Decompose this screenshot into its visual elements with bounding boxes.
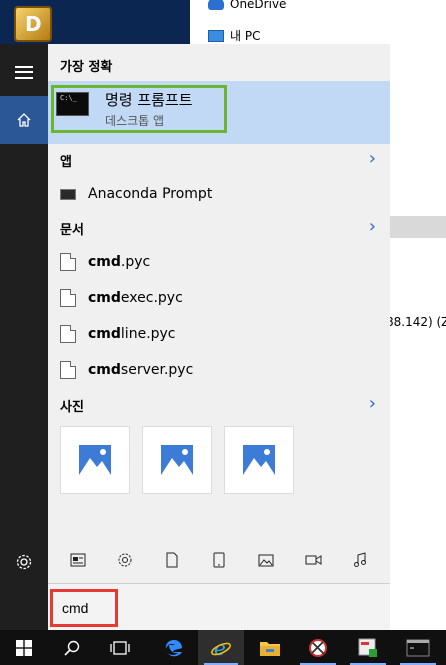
- home-icon: [17, 113, 31, 127]
- photo-thumbnail[interactable]: [224, 426, 294, 494]
- document-result[interactable]: cmd.pyc: [48, 247, 390, 277]
- documents-chevron-icon[interactable]: ›: [369, 216, 376, 237]
- hamburger-icon: [15, 65, 33, 79]
- presentation-app-taskbar-button[interactable]: [344, 630, 392, 665]
- videos-filter-button[interactable]: [301, 548, 325, 572]
- search-rail-spacer: [0, 583, 48, 630]
- best-match-result[interactable]: C:\_ 명령 프롬프트 데스크톱 앱: [48, 81, 390, 144]
- desktop-app-icon[interactable]: [14, 6, 52, 42]
- file-icon: [60, 253, 76, 271]
- cmd-icon-text: C:\_: [60, 94, 77, 102]
- pc-icon: [208, 29, 224, 42]
- internet-explorer-taskbar-button[interactable]: e: [198, 630, 244, 665]
- file-explorer-icon: [260, 641, 280, 656]
- search-filter-bar: [48, 538, 390, 582]
- document-name: cmd.pyc: [88, 254, 151, 270]
- cloud-icon: [208, 0, 224, 10]
- file-icon: [60, 289, 76, 307]
- snipping-tool-taskbar-button[interactable]: [294, 630, 342, 665]
- apps-heading: 앱: [60, 155, 72, 170]
- best-match-title: 명령 프롬프트: [105, 91, 193, 109]
- document-name: cmdserver.pyc: [88, 362, 194, 378]
- best-match-subtitle: 데스크톱 앱: [105, 114, 165, 128]
- explorer-item-label: OneDrive: [230, 0, 287, 11]
- news-filter-button[interactable]: [66, 548, 90, 572]
- document-result[interactable]: cmdserver.pyc: [48, 355, 390, 385]
- document-icon: [166, 552, 178, 568]
- best-match-heading: 가장 정확: [60, 60, 113, 75]
- edge-icon: [165, 639, 182, 656]
- document-result[interactable]: cmdexec.pyc: [48, 283, 390, 313]
- task-view-button[interactable]: [96, 630, 144, 665]
- explorer-item-onedrive[interactable]: OneDrive: [208, 0, 286, 11]
- photo-results: [60, 426, 294, 494]
- command-prompt-icon: [406, 639, 430, 656]
- task-view-icon: [110, 640, 130, 655]
- start-button[interactable]: [0, 630, 48, 665]
- documents-heading: 문서: [60, 223, 84, 238]
- command-prompt-taskbar-button[interactable]: [394, 630, 442, 665]
- settings-button[interactable]: [0, 538, 48, 586]
- document-result[interactable]: cmdline.pyc: [48, 319, 390, 349]
- image-icon: [161, 445, 193, 475]
- photo-thumbnail[interactable]: [60, 426, 130, 494]
- tablet-icon: [213, 552, 225, 568]
- internet-explorer-icon: e: [211, 637, 231, 659]
- document-name: cmdline.pyc: [88, 326, 176, 342]
- document-name: cmdexec.pyc: [88, 290, 183, 306]
- photo-icon: [258, 554, 274, 566]
- search-input[interactable]: [50, 589, 118, 627]
- windows-start-icon: [16, 639, 32, 656]
- photos-filter-button[interactable]: [254, 548, 278, 572]
- desktop-corner: [0, 0, 190, 44]
- search-box: [48, 583, 390, 630]
- explorer-item-label: 내 PC: [230, 29, 261, 43]
- apps-filter-button[interactable]: [207, 548, 231, 572]
- apps-chevron-icon[interactable]: ›: [369, 148, 376, 169]
- search-icon: [64, 640, 80, 656]
- taskbar: e: [0, 630, 446, 665]
- music-filter-button[interactable]: [348, 548, 372, 572]
- snipping-tool-icon: [309, 638, 327, 657]
- photos-heading: 사진: [60, 400, 84, 415]
- explorer-selection-band: [390, 216, 446, 238]
- news-icon: [70, 553, 86, 567]
- photos-chevron-icon[interactable]: ›: [369, 393, 376, 414]
- expand-menu-button[interactable]: [0, 48, 48, 96]
- settings-filter-button[interactable]: [113, 548, 137, 572]
- image-icon: [243, 445, 275, 475]
- command-prompt-icon: C:\_: [56, 92, 89, 116]
- file-icon: [60, 361, 76, 379]
- app-result-label: Anaconda Prompt: [88, 186, 213, 202]
- app-result-anaconda-prompt[interactable]: Anaconda Prompt: [48, 179, 390, 209]
- search-results-panel: 가장 정확 C:\_ 명령 프롬프트 데스크톱 앱 앱 › Anaconda P…: [48, 44, 390, 583]
- settings-icon: [118, 553, 132, 567]
- edge-taskbar-button[interactable]: [150, 630, 198, 665]
- terminal-icon: [60, 188, 76, 200]
- search-button[interactable]: [48, 630, 96, 665]
- video-icon: [305, 555, 322, 565]
- explorer-item-pc[interactable]: 내 PC: [208, 27, 260, 44]
- documents-filter-button[interactable]: [160, 548, 184, 572]
- start-rail: [0, 44, 48, 630]
- explorer-partial-text: 88.142) (Z: [386, 315, 446, 329]
- gear-icon: [16, 554, 32, 570]
- photo-thumbnail[interactable]: [142, 426, 212, 494]
- image-icon: [79, 445, 111, 475]
- music-icon: [354, 552, 367, 567]
- file-explorer-taskbar-button[interactable]: [246, 630, 294, 665]
- file-icon: [60, 325, 76, 343]
- home-button[interactable]: [0, 96, 48, 144]
- presentation-app-icon: [358, 638, 377, 657]
